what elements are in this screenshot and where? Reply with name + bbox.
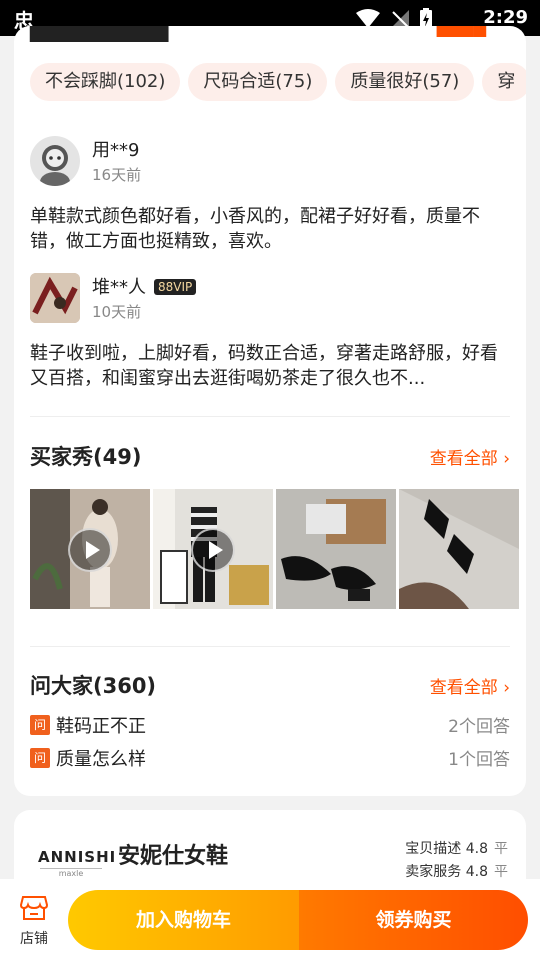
play-icon (68, 528, 112, 572)
review-username-text: 堆**人 (92, 277, 146, 298)
question-icon: 问 (30, 748, 50, 768)
store-label: 店铺 (20, 931, 48, 947)
question-answer-count: 1个回答 (448, 750, 510, 770)
chevron-right-icon: › (503, 678, 510, 698)
shop-logo: ANNISHI (38, 848, 117, 866)
score-label: 卖家服务 (405, 864, 462, 880)
question-item[interactable]: 问 质量怎么样 1个回答 (30, 745, 510, 771)
shop-name: 安妮仕女鞋 (118, 844, 229, 869)
question-text: 鞋码正不正 (56, 716, 146, 737)
reviews-title-partial: █████████ (30, 26, 169, 42)
score-label: 宝贝描述 (405, 841, 462, 857)
ask-view-all[interactable]: 查看全部 › (430, 673, 510, 698)
review-username: 堆**人 88VIP (92, 273, 197, 299)
divider (30, 416, 510, 417)
score-value: 4.8 (465, 864, 488, 880)
review-text: 鞋子收到啦，上脚好看，码数正合适，穿著走路舒服，好看又百搭，和闺蜜穿出去逛街喝奶… (30, 343, 498, 389)
review-tag[interactable]: 不会踩脚(102) (30, 63, 181, 101)
buyer-show-title: 买家秀(49) (30, 445, 142, 469)
buyer-show-gallery (30, 489, 526, 609)
score-value: 4.8 (465, 841, 488, 857)
status-time: 2:29 (483, 7, 528, 28)
coupon-buy-button[interactable]: 领券购买 (299, 890, 528, 950)
score-level: 平 (494, 864, 508, 880)
buyer-photo-video[interactable] (30, 489, 150, 609)
review-text: 单鞋款式颜色都好看，小香风的，配裙子好好看，质量不错，做工方面也挺精致，喜欢。 (30, 206, 480, 252)
view-all-label: 查看全部 (429, 678, 498, 698)
review-username: 用**9 (92, 140, 140, 161)
shop-logo-subtext: maxle (40, 868, 102, 878)
view-all-label: 查看全部 (429, 449, 498, 469)
review-date: 10天前 (92, 303, 142, 321)
question-answer-count: 2个回答 (448, 717, 510, 737)
score-level: 平 (494, 841, 508, 857)
avatar (30, 273, 80, 323)
store-button[interactable]: 店铺 (12, 895, 56, 949)
buyer-photo[interactable] (399, 489, 519, 609)
avatar (30, 136, 80, 186)
product-info-card: █████████ ████ 不会踩脚(102) 尺码合适(75) 质量很好(5… (14, 26, 526, 796)
store-icon (19, 896, 49, 920)
question-text: 质量怎么样 (56, 749, 146, 770)
review-item[interactable]: 用**9 16天前 单鞋款式颜色都好看，小香风的，配裙子好好看，质量不错，做工方… (30, 136, 510, 256)
review-date: 16天前 (92, 166, 142, 184)
divider (30, 646, 510, 647)
reviews-view-all-partial[interactable]: ████ (437, 26, 486, 37)
play-icon (191, 528, 235, 572)
review-tags: 不会踩脚(102) 尺码合适(75) 质量很好(57) 穿 (30, 63, 526, 101)
review-item[interactable]: 堆**人 88VIP 10天前 鞋子收到啦，上脚好看，码数正合适，穿著走路舒服，好… (30, 273, 510, 393)
add-to-cart-button[interactable]: 加入购物车 (68, 890, 299, 950)
vip-badge: 88VIP (154, 279, 197, 295)
buyer-photo[interactable] (276, 489, 396, 609)
buyer-photo-video[interactable] (153, 489, 273, 609)
shop-score: 宝贝描述 4.8 平 (405, 838, 508, 858)
buyer-show-view-all[interactable]: 查看全部 › (430, 444, 510, 469)
bottom-action-bar: 店铺 加入购物车 领券购买 (0, 879, 540, 960)
review-tag[interactable]: 穿 (482, 63, 526, 101)
ask-title: 问大家(360) (30, 674, 157, 698)
shop-score: 卖家服务 4.8 平 (405, 861, 508, 881)
review-tag[interactable]: 质量很好(57) (335, 63, 475, 101)
question-item[interactable]: 问 鞋码正不正 2个回答 (30, 712, 510, 738)
question-icon: 问 (30, 715, 50, 735)
review-tag[interactable]: 尺码合适(75) (188, 63, 328, 101)
chevron-right-icon: › (503, 449, 510, 469)
